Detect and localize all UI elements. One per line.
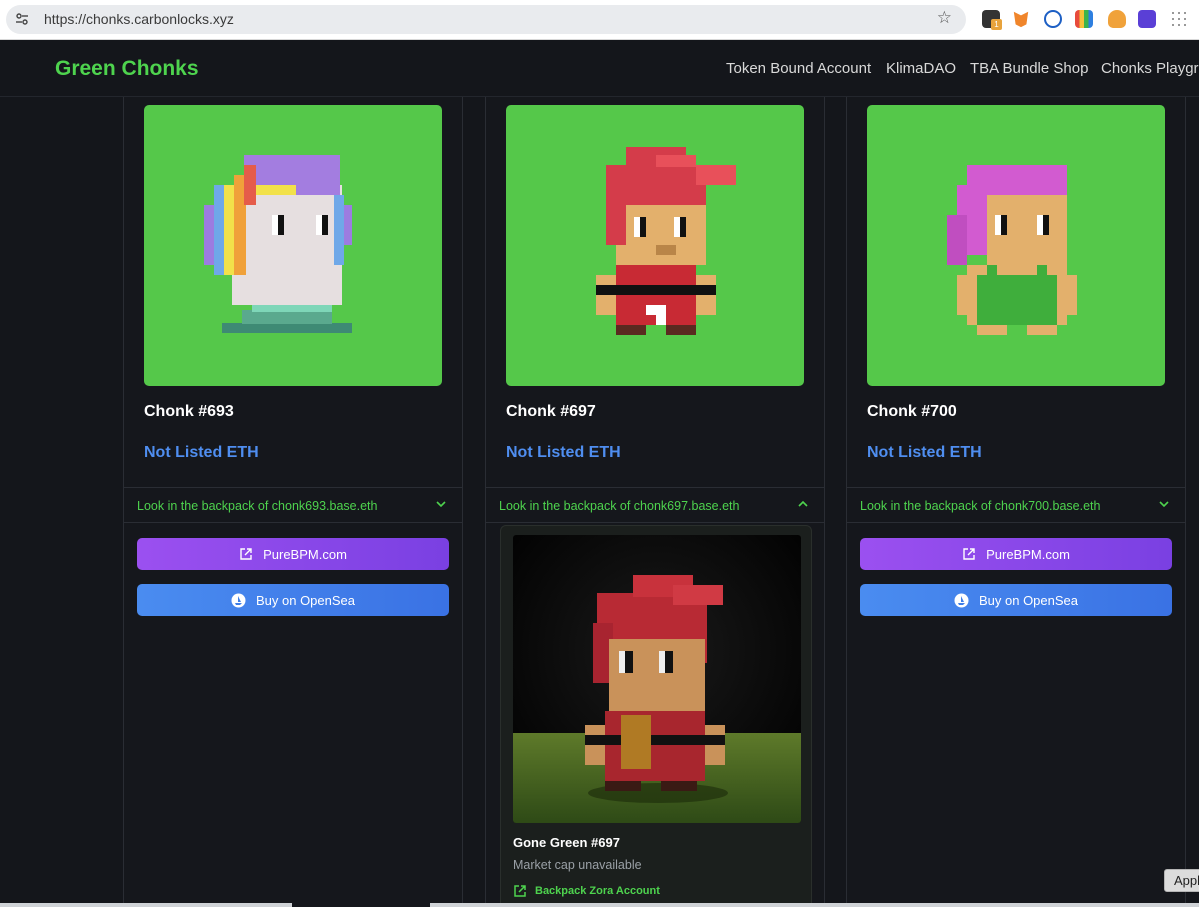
- chonk-card: Chonk #697 Not Listed ETH Look in the ba…: [485, 97, 825, 907]
- backpack-item-image[interactable]: [513, 535, 801, 823]
- button-label: PureBPM.com: [263, 546, 347, 562]
- backpack-accordion[interactable]: Look in the backpack of chonk697.base.et…: [486, 487, 824, 523]
- nav-link-chonks-playground[interactable]: Chonks Playgro: [1101, 60, 1199, 77]
- chonk-image[interactable]: [867, 105, 1165, 386]
- browser-toolbar: https://chonks.carbonlocks.xyz ☆ 1: [0, 0, 1199, 40]
- opensea-icon: [231, 593, 246, 607]
- chonk-title: Chonk #697: [506, 403, 596, 420]
- nav-link-tba-bundle-shop[interactable]: TBA Bundle Shop: [970, 60, 1088, 77]
- chonk-697-pixel-art: [596, 147, 736, 335]
- brand-logo[interactable]: Green Chonks: [55, 57, 199, 81]
- extension-badge: 1: [991, 19, 1002, 30]
- scrollbar-track: [430, 903, 1199, 907]
- backpack-item-market-cap: Market cap unavailable: [513, 858, 642, 872]
- extension-tool-icon[interactable]: 1: [982, 10, 1002, 30]
- backpack-accordion[interactable]: Look in the backpack of chonk693.base.et…: [124, 487, 462, 523]
- external-link-icon: [963, 548, 975, 560]
- accordion-label: Look in the backpack of chonk697.base.et…: [499, 499, 740, 513]
- accordion-label: Look in the backpack of chonk693.base.et…: [137, 499, 378, 513]
- color-grid-extension-icon[interactable]: [1075, 10, 1093, 28]
- opensea-button[interactable]: Buy on OpenSea: [860, 584, 1172, 616]
- button-label: Buy on OpenSea: [255, 592, 356, 608]
- opensea-button[interactable]: Buy on OpenSea: [137, 584, 449, 616]
- button-label: PureBPM.com: [986, 546, 1070, 562]
- purebpm-button[interactable]: PureBPM.com: [860, 538, 1172, 570]
- metamask-fox-icon[interactable]: [1013, 11, 1029, 28]
- button-label: Buy on OpenSea: [978, 592, 1079, 608]
- backpack-item-title: Gone Green #697: [513, 835, 620, 850]
- backpack-panel: Gone Green #697 Market cap unavailable B…: [500, 525, 812, 907]
- chevron-down-icon[interactable]: [434, 497, 448, 511]
- chonk-image[interactable]: [144, 105, 442, 386]
- backpack-accordion[interactable]: Look in the backpack of chonk700.base.et…: [847, 487, 1185, 523]
- nav-link-klimadao[interactable]: KlimaDAO: [886, 60, 956, 77]
- chonk-image[interactable]: [506, 105, 804, 386]
- extensions-menu-icon[interactable]: [1170, 10, 1188, 28]
- chonk-3d-render: [513, 535, 801, 823]
- bookmark-star-icon[interactable]: ☆: [937, 8, 952, 28]
- chonk-693-pixel-art: [204, 155, 352, 333]
- site-navbar: Green Chonks Token Bound Account KlimaDA…: [0, 40, 1199, 97]
- listing-price: Not Listed ETH: [506, 444, 621, 461]
- chonk-card: Chonk #700 Not Listed ETH Look in the ba…: [846, 97, 1186, 907]
- purebpm-button[interactable]: PureBPM.com: [137, 538, 449, 570]
- chonk-title: Chonk #700: [867, 403, 957, 420]
- chonk-card: Chonk #693 Not Listed ETH Look in the ba…: [123, 97, 463, 907]
- chevron-down-icon[interactable]: [1157, 497, 1171, 511]
- apply-button[interactable]: Appl: [1164, 869, 1199, 892]
- nav-link-token-bound-account[interactable]: Token Bound Account: [726, 60, 871, 77]
- password-manager-icon[interactable]: [1044, 10, 1062, 28]
- accordion-label: Look in the backpack of chonk700.base.et…: [860, 499, 1101, 513]
- address-bar[interactable]: https://chonks.carbonlocks.xyz ☆: [6, 5, 966, 34]
- listing-price: Not Listed ETH: [867, 444, 982, 461]
- purple-extension-icon[interactable]: [1138, 10, 1156, 28]
- link-label: Backpack Zora Account: [535, 885, 660, 897]
- scrollbar-track: [0, 903, 292, 907]
- chevron-up-icon[interactable]: [796, 497, 810, 511]
- site-settings-icon[interactable]: [14, 11, 30, 27]
- backpack-zora-link[interactable]: Backpack Zora Account: [513, 884, 660, 898]
- external-link-icon: [240, 548, 252, 560]
- url-text[interactable]: https://chonks.carbonlocks.xyz: [44, 11, 234, 27]
- hand-extension-icon[interactable]: [1108, 10, 1126, 28]
- chonk-grid: Chonk #693 Not Listed ETH Look in the ba…: [0, 97, 1199, 907]
- opensea-icon: [954, 593, 969, 607]
- external-link-icon: [514, 885, 526, 897]
- chonk-title: Chonk #693: [144, 403, 234, 420]
- chonk-700-pixel-art: [947, 165, 1077, 335]
- listing-price: Not Listed ETH: [144, 444, 259, 461]
